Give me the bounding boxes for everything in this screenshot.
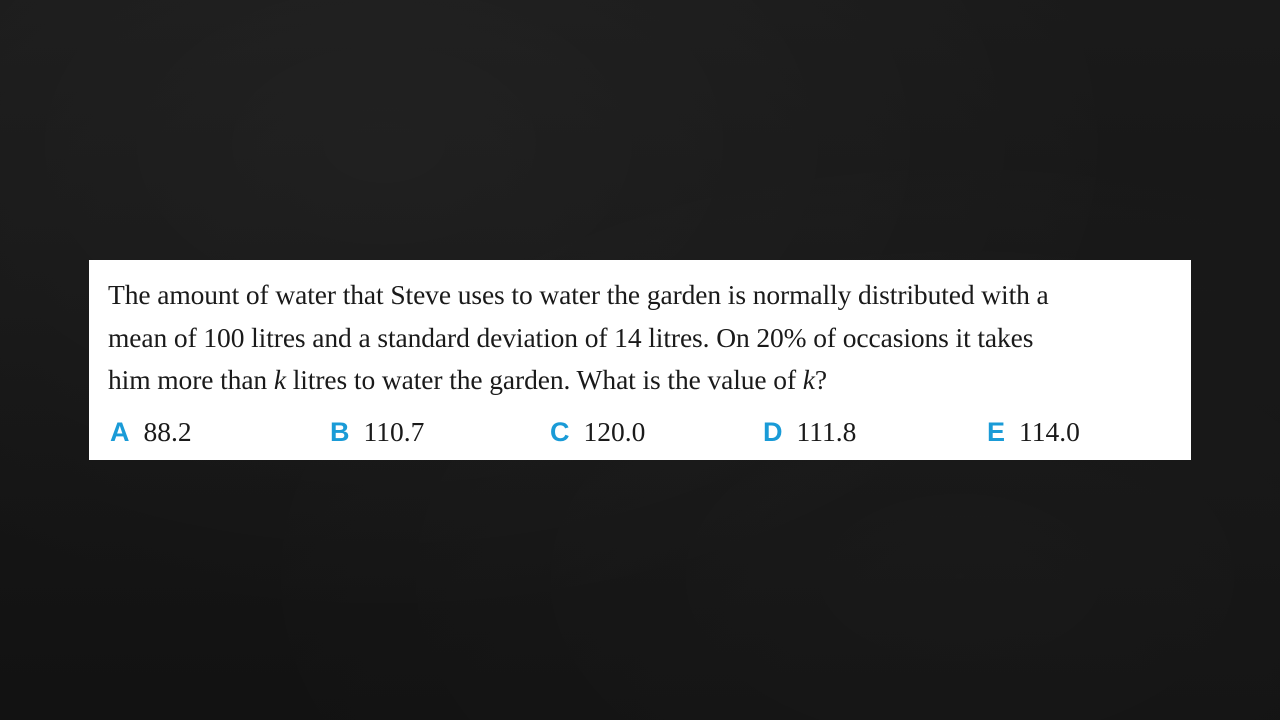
question-line-3-middle: litres to water the garden. What is the … [285,364,803,395]
option-d[interactable]: D 111.8 [763,412,856,452]
option-c-letter: C [550,416,570,447]
option-b-value: 110.7 [363,416,425,447]
question-line-3-end: ? [814,364,828,395]
question-line-3: him more than k litres to water the gard… [108,359,1173,402]
question-text: The amount of water that Steve uses to w… [108,274,1173,402]
option-c[interactable]: C 120.0 [550,412,645,452]
option-a-value: 88.2 [143,416,192,447]
question-line-2: mean of 100 litres and a standard deviat… [108,321,1034,353]
option-d-letter: D [763,416,783,447]
option-e[interactable]: E 114.0 [987,412,1080,452]
question-line-1: The amount of water that Steve uses to w… [108,279,1049,310]
option-b-letter: B [330,416,350,447]
option-a-letter: A [110,416,130,447]
option-d-value: 111.8 [796,416,857,447]
variable-k: k [273,364,286,395]
option-e-letter: E [987,416,1006,447]
option-e-value: 114.0 [1019,416,1080,447]
answer-options: A 88.2 B 110.7 C 120.0 D 111.8 E 114.0 [108,412,1188,452]
variable-k: k [802,364,815,395]
option-c-value: 120.0 [583,416,646,447]
option-b[interactable]: B 110.7 [330,412,424,452]
question-line-3-start: him more than [108,364,274,395]
option-a[interactable]: A 88.2 [110,412,192,452]
question-card: The amount of water that Steve uses to w… [89,260,1191,460]
